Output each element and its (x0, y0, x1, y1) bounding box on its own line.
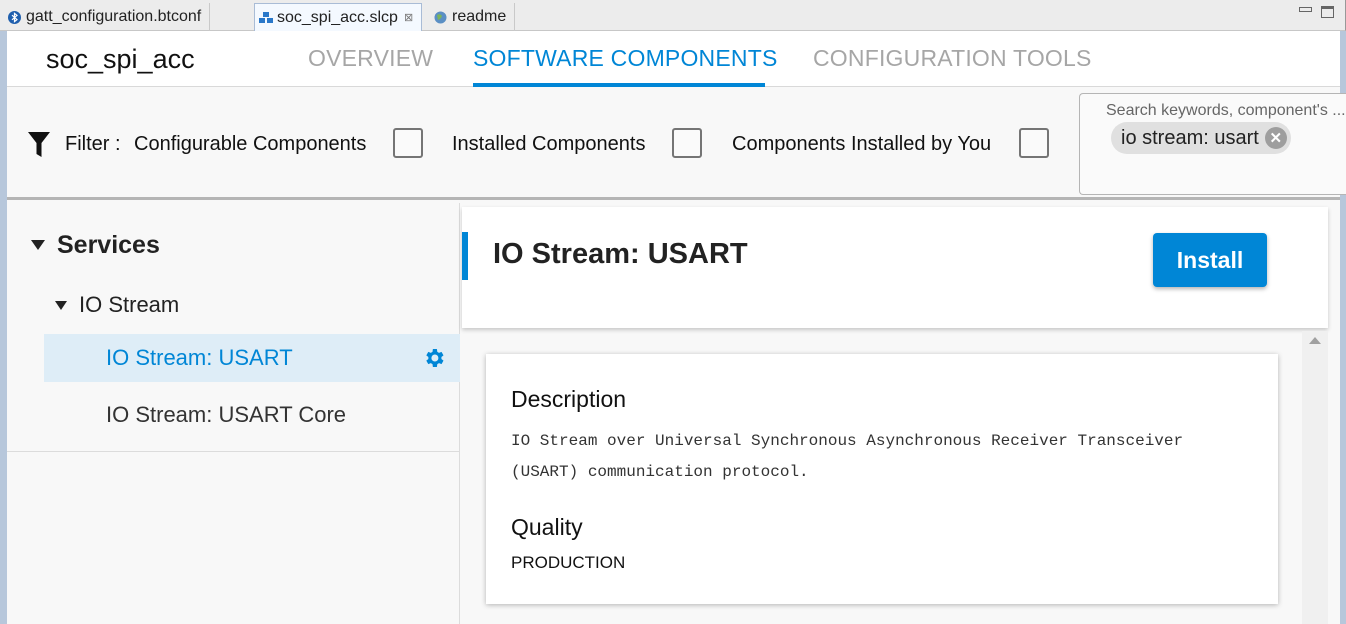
search-input[interactable]: Search keywords, component's ... io stre… (1079, 93, 1346, 195)
tree-item-io-stream-usart[interactable]: IO Stream: USART (44, 334, 460, 382)
caret-down-icon[interactable] (31, 240, 45, 250)
tree-group-label: IO Stream (79, 292, 180, 317)
filter-label: Filter : (65, 133, 121, 155)
installed-by-you-checkbox[interactable] (1019, 128, 1049, 158)
configurable-components-label: Configurable Components (134, 133, 367, 155)
editor-tab-label: gatt_configuration.btconf (26, 8, 202, 25)
caret-down-icon[interactable] (55, 300, 67, 310)
component-info-card: Description IO Stream over Universal Syn… (486, 354, 1278, 604)
editor-tab-readme[interactable]: readme (430, 3, 516, 31)
tree-category-label: Services (57, 230, 160, 259)
component-tree: Services IO Stream IO Stream: USART IO S… (7, 203, 460, 624)
vertical-scrollbar[interactable] (1302, 331, 1328, 624)
installed-components-label: Installed Components (452, 133, 646, 155)
remove-chip-icon[interactable]: ✕ (1264, 127, 1287, 149)
editor-tab-soc-spi-acc[interactable]: soc_spi_acc.slcp ⊠ (254, 3, 423, 31)
component-title: IO Stream: USART (493, 238, 748, 270)
tree-group-io-stream[interactable]: IO Stream (7, 287, 460, 323)
minimize-button[interactable] (1299, 7, 1312, 12)
gear-icon[interactable] (422, 346, 446, 376)
installed-by-you-label: Components Installed by You (732, 133, 992, 155)
search-chip-label: io stream: usart (1121, 126, 1259, 149)
maximize-button[interactable] (1321, 6, 1334, 18)
editor-tab-label: soc_spi_acc.slcp (277, 8, 398, 26)
installed-components-checkbox[interactable] (672, 128, 702, 158)
globe-icon (434, 11, 447, 24)
install-button[interactable]: Install (1153, 233, 1267, 287)
tree-category-services[interactable]: Services (7, 227, 460, 263)
tree-divider (7, 451, 460, 452)
close-tab-icon[interactable]: ⊠ (404, 11, 413, 24)
scroll-up-arrow-icon[interactable] (1309, 337, 1321, 344)
tab-overview[interactable]: OVERVIEW (308, 45, 433, 72)
editor-tab-label: readme (452, 8, 507, 25)
description-heading: Description (511, 386, 627, 412)
tab-software-components[interactable]: SOFTWARE COMPONENTS (473, 45, 778, 72)
component-detail-header: IO Stream: USART Install (462, 207, 1328, 328)
project-icon (259, 11, 273, 24)
tree-item-label: IO Stream: USART (106, 345, 293, 370)
tree-item-io-stream-usart-core[interactable]: IO Stream: USART Core (7, 393, 460, 437)
description-text: IO Stream over Universal Synchronous Asy… (511, 432, 1184, 481)
tab-configuration-tools[interactable]: CONFIGURATION TOOLS (813, 45, 1092, 72)
tree-item-label: IO Stream: USART Core (106, 402, 347, 427)
configurable-components-checkbox[interactable] (393, 128, 423, 158)
editor-tab-gatt-configuration[interactable]: gatt_configuration.btconf (4, 3, 211, 31)
bluetooth-icon (8, 10, 21, 24)
filter-icon (28, 132, 50, 163)
component-editor-header: soc_spi_acc OVERVIEW SOFTWARE COMPONENTS… (7, 31, 1340, 87)
quality-value: PRODUCTION (511, 553, 626, 572)
quality-heading: Quality (511, 514, 583, 540)
active-tab-indicator (473, 83, 765, 87)
search-chip: io stream: usart ✕ (1111, 122, 1291, 154)
accent-bar (462, 232, 468, 280)
filter-bar: Filter : Configurable Components Install… (7, 88, 1346, 200)
project-title: soc_spi_acc (46, 44, 195, 74)
editor-tab-bar: gatt_configuration.btconf soc_spi_acc.sl… (0, 0, 1346, 31)
search-placeholder: Search keywords, component's ... (1106, 102, 1346, 119)
